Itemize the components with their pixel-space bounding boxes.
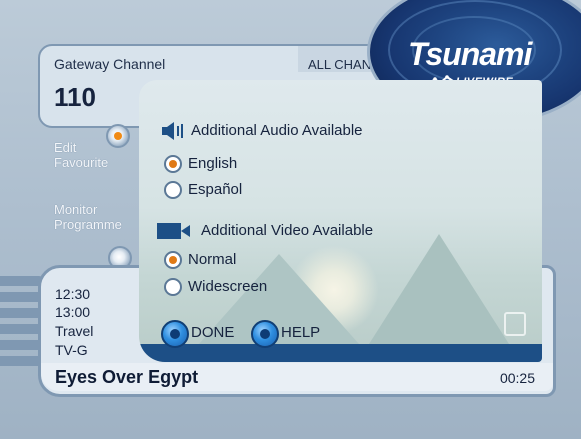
programme-title: Eyes Over Egypt <box>55 367 199 387</box>
edit-favourite-line2: Favourite <box>54 155 109 170</box>
channel-number: 110 <box>54 82 96 112</box>
video-widescreen-radio[interactable] <box>164 278 182 296</box>
programme-time-remaining: 00:25 <box>499 370 535 386</box>
background-pyramid <box>369 234 509 344</box>
audio-english-label[interactable]: English <box>188 155 237 172</box>
video-widescreen-label[interactable]: Widescreen <box>188 278 267 295</box>
video-camera-icon <box>157 223 190 239</box>
edit-favourite-selector[interactable] <box>106 124 130 148</box>
video-normal-label[interactable]: Normal <box>188 251 236 268</box>
programme-end-time: 13:00 <box>55 304 91 320</box>
programme-rating: TV-G <box>55 342 88 358</box>
video-section-heading: Additional Video Available <box>201 222 374 239</box>
audio-english-radio[interactable] <box>164 155 182 173</box>
edit-favourite-button[interactable]: Edit Favourite <box>54 140 108 170</box>
dialog-footer-bar <box>139 344 542 362</box>
edit-favourite-line1: Edit <box>54 140 77 155</box>
audio-section-heading: Additional Audio Available <box>191 122 363 139</box>
speaker-icon <box>162 122 183 140</box>
channel-filter[interactable]: ALL CHAN <box>308 57 371 72</box>
programme-start-time: 12:30 <box>55 286 91 302</box>
channel-name: Gateway Channel <box>54 56 166 72</box>
help-button[interactable]: HELP <box>281 324 320 341</box>
brand-logo: Tsunami <box>408 36 532 72</box>
audio-espanol-radio[interactable] <box>164 181 182 199</box>
channel-watermark-icon <box>504 312 526 336</box>
monitor-programme-line1: Monitor <box>54 202 98 217</box>
video-normal-radio[interactable] <box>164 251 182 269</box>
monitor-programme-button[interactable]: Monitor Programme <box>54 202 122 232</box>
done-button[interactable]: DONE <box>191 324 234 341</box>
tv-guide-screen: Gateway Channel 110 ALL CHAN Edit Favour… <box>0 0 581 439</box>
help-button-icon[interactable] <box>251 320 279 348</box>
monitor-programme-line2: Programme <box>54 217 122 232</box>
audio-video-options-dialog: Additional Audio Available English Españ… <box>139 80 542 362</box>
audio-espanol-label[interactable]: Español <box>188 181 242 198</box>
done-button-icon[interactable] <box>161 320 189 348</box>
programme-genre: Travel <box>55 323 94 339</box>
